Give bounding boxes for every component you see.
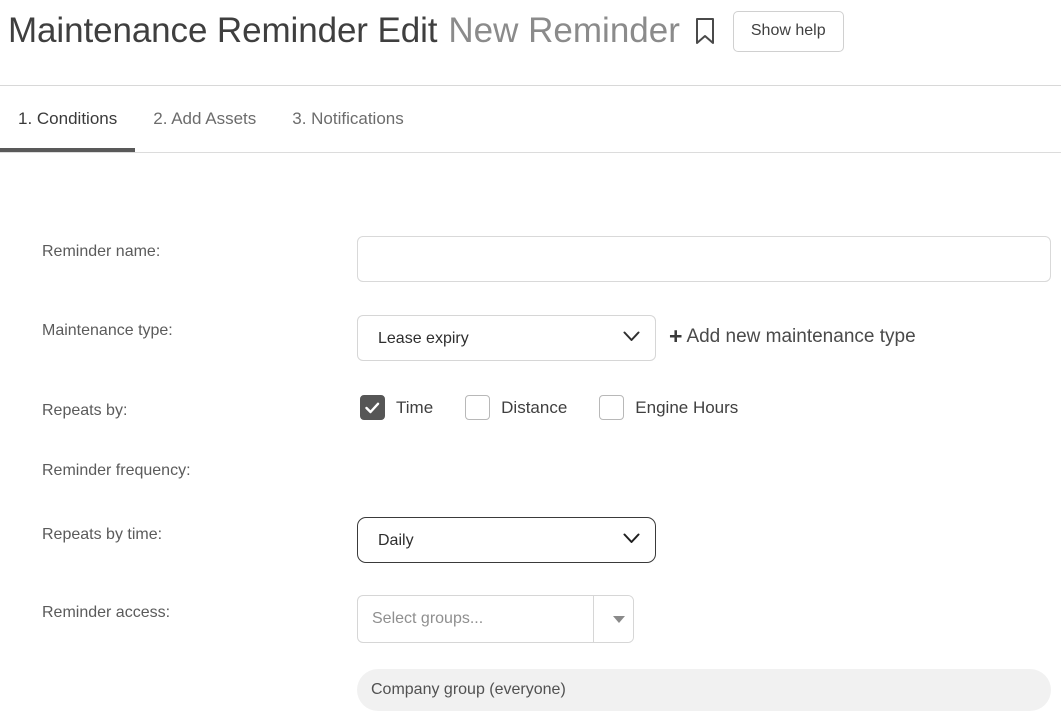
reminder-name-label: Reminder name: [42, 243, 161, 260]
checkbox-time-label: Time [396, 397, 434, 417]
checkbox-time[interactable]: Time [360, 395, 433, 420]
tab-add-assets-label: 2. Add Assets [153, 109, 257, 128]
show-help-button[interactable]: Show help [732, 10, 844, 52]
wizard-tabs: 1. Conditions 2. Add Assets 3. Notificat… [0, 86, 1061, 153]
reminder-frequency-label: Reminder frequency: [42, 462, 191, 479]
conditions-form: Reminder name: Maintenance type: Lease e… [0, 153, 1061, 717]
check-icon [365, 402, 380, 413]
repeats-by-time-label: Repeats by time: [42, 526, 163, 543]
reminder-access-combobox[interactable] [357, 595, 634, 643]
tab-notifications-label: 3. Notifications [292, 109, 404, 128]
reminder-access-control [357, 595, 634, 643]
page-subtitle: New Reminder [448, 11, 680, 50]
repeats-by-checkbox-group: Time Distance Engine Hours [360, 395, 738, 420]
checkbox-time-box[interactable] [360, 395, 385, 420]
reminder-name-input[interactable] [357, 236, 1051, 282]
tab-conditions-label: 1. Conditions [18, 109, 118, 128]
header-title-group: Maintenance Reminder Edit New Reminder S… [8, 3, 844, 59]
select-groups-input[interactable] [358, 596, 593, 642]
caret-down-icon [613, 615, 625, 623]
selected-group-row[interactable]: Company group (everyone) [357, 669, 1051, 711]
page-header: Maintenance Reminder Edit New Reminder S… [0, 0, 1061, 86]
wizard-tabs-row: 1. Conditions 2. Add Assets 3. Notificat… [0, 86, 422, 152]
repeats-by-time-select-wrap: Daily [357, 517, 656, 563]
maintenance-type-label: Maintenance type: [42, 322, 173, 339]
checkbox-engine-hours-box[interactable] [599, 395, 625, 420]
checkbox-distance[interactable]: Distance [465, 395, 567, 420]
page-root: Maintenance Reminder Edit New Reminder S… [0, 0, 1061, 717]
repeats-by-time-select[interactable]: Daily [357, 517, 656, 563]
bookmark-icon[interactable] [692, 15, 718, 47]
checkbox-distance-box[interactable] [465, 395, 491, 420]
maintenance-type-select[interactable]: Lease expiry [357, 315, 656, 361]
tab-conditions[interactable]: 1. Conditions [0, 86, 136, 152]
checkbox-engine-hours-label: Engine Hours [635, 397, 739, 417]
maintenance-type-select-wrap: Lease expiry [357, 315, 656, 361]
repeats-by-label: Repeats by: [42, 402, 128, 419]
reminder-access-label: Reminder access: [42, 604, 171, 621]
reminder-name-control [357, 236, 1051, 282]
maintenance-type-control: Lease expiry [357, 315, 656, 361]
repeats-by-time-control: Daily [357, 517, 656, 563]
tab-add-assets[interactable]: 2. Add Assets [135, 86, 274, 152]
tab-notifications[interactable]: 3. Notifications [274, 86, 422, 152]
add-new-maintenance-type-link[interactable]: + Add new maintenance type [669, 325, 916, 348]
checkbox-engine-hours[interactable]: Engine Hours [599, 395, 738, 420]
selected-group-label: Company group (everyone) [371, 681, 566, 698]
page-title: Maintenance Reminder Edit [8, 11, 438, 50]
checkbox-distance-label: Distance [501, 397, 568, 417]
plus-icon: + [669, 323, 683, 349]
select-groups-dropdown-button[interactable] [593, 596, 633, 642]
add-new-maintenance-type-label: Add new maintenance type [686, 325, 916, 347]
